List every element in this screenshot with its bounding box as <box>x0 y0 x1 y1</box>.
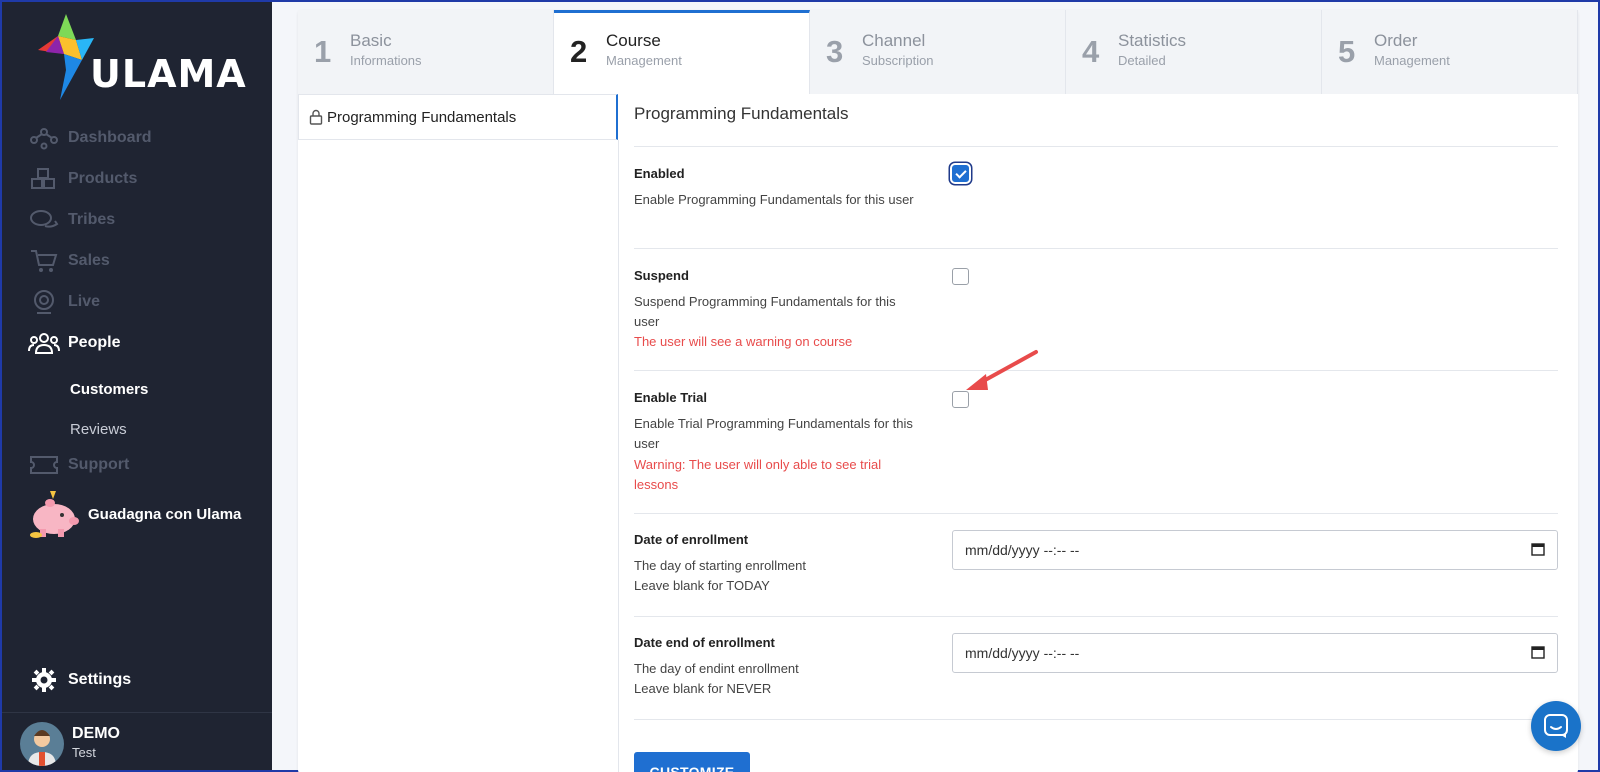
step-subtitle: Informations <box>350 53 422 68</box>
sidebar-item-label: Settings <box>68 671 132 688</box>
divider <box>634 513 1558 514</box>
course-tab-programming-fundamentals[interactable]: Programming Fundamentals <box>298 94 618 140</box>
step-title: Channel <box>862 31 926 50</box>
cubes-icon <box>28 165 60 193</box>
step-title: Order <box>1374 31 1418 50</box>
chat-launcher-button[interactable] <box>1531 701 1581 751</box>
customize-button[interactable]: CUSTOMIZE <box>634 752 750 772</box>
date-end-hint: Leave blank for NEVER <box>634 681 772 696</box>
sidebar-item-sales[interactable]: Sales <box>28 245 110 277</box>
sidebar-item-tribes[interactable]: Tribes <box>28 204 115 236</box>
annotation-arrow-icon <box>966 350 1038 390</box>
sidebar-item-label: Support <box>68 456 130 473</box>
ticket-icon <box>28 451 60 479</box>
date-start-placeholder: mm/dd/yyyy --:-- -- <box>965 542 1080 558</box>
trial-warning: Warning: The user will only able to see … <box>634 457 882 492</box>
enabled-desc: Enable Programming Fundamentals for this… <box>634 192 914 207</box>
date-start-desc: The day of starting enrollment <box>634 558 806 573</box>
sidebar-item-products[interactable]: Products <box>28 163 137 195</box>
webcam-icon <box>28 288 60 316</box>
date-end-input[interactable]: mm/dd/yyyy --:-- -- <box>952 633 1558 673</box>
sidebar-subitem-reviews[interactable]: Reviews <box>70 421 127 438</box>
sidebar-item-support[interactable]: Support <box>28 449 129 481</box>
divider <box>618 140 619 772</box>
enabled-label: Enabled <box>634 166 685 181</box>
sidebar-subitem-customers[interactable]: Customers <box>70 381 148 398</box>
form-title: Programming Fundamentals <box>634 104 849 123</box>
cart-icon <box>28 247 60 275</box>
divider <box>634 146 1558 147</box>
divider <box>634 248 1558 249</box>
date-start-label: Date of enrollment <box>634 532 749 547</box>
date-start-input[interactable]: mm/dd/yyyy --:-- -- <box>952 530 1558 570</box>
divider <box>2 712 272 713</box>
step-basic[interactable]: 1 Basic Informations <box>298 10 554 94</box>
step-number: 5 <box>1338 34 1356 69</box>
step-subtitle: Detailed <box>1118 53 1166 68</box>
sidebar-item-label: People <box>68 334 121 351</box>
calendar-icon[interactable] <box>1531 645 1545 662</box>
trial-desc: Enable Trial Programming Fundamentals fo… <box>634 416 913 451</box>
sidebar-item-people[interactable]: People <box>28 327 120 359</box>
ulama-logo[interactable]: ULAMA <box>36 14 246 102</box>
course-tab-label: Programming Fundamentals <box>327 108 517 126</box>
divider <box>634 370 1558 371</box>
date-end-placeholder: mm/dd/yyyy --:-- -- <box>965 645 1080 661</box>
step-title: Statistics <box>1118 31 1187 50</box>
step-subtitle: Subscription <box>862 53 934 68</box>
chat-bubbles-icon <box>28 206 60 234</box>
suspend-desc: Suspend Programming Fundamentals for thi… <box>634 294 896 329</box>
step-statistics[interactable]: 4 Statistics Detailed <box>1066 10 1322 94</box>
wizard-steps: 1 Basic Informations 2 Course Management… <box>298 10 1578 94</box>
lock-icon <box>309 109 323 125</box>
step-channel[interactable]: 3 Channel Subscription <box>810 10 1066 94</box>
step-course[interactable]: 2 Course Management <box>554 10 810 94</box>
sidebar-item-dashboard[interactable]: Dashboard <box>28 122 152 154</box>
date-end-label: Date end of enrollment <box>634 635 775 650</box>
sidebar-item-label: Dashboard <box>68 129 152 146</box>
step-title: Course <box>606 31 661 50</box>
people-icon <box>28 329 60 357</box>
sidebar-item-label: Live <box>68 293 101 310</box>
step-subtitle: Management <box>1374 53 1450 68</box>
sidebar: ULAMA Dashboard Products Tribes Sales Li… <box>2 2 272 770</box>
avatar[interactable] <box>20 722 64 766</box>
step-number: 1 <box>314 34 332 69</box>
enabled-checkbox[interactable] <box>952 165 969 182</box>
chat-icon <box>1544 714 1568 738</box>
sidebar-item-label: Tribes <box>68 211 116 228</box>
user-name: DEMO <box>72 725 120 742</box>
suspend-label: Suspend <box>634 268 689 283</box>
sidebar-item-label: Guadagna con Ulama <box>88 505 242 523</box>
suspend-warning: The user will see a warning on course <box>634 334 853 349</box>
sidebar-item-guadagna[interactable]: Guadagna con Ulama <box>28 489 242 539</box>
divider <box>634 616 1558 617</box>
origami-bird-icon <box>38 14 94 100</box>
calendar-icon[interactable] <box>1531 542 1545 559</box>
trial-label: Enable Trial <box>634 390 707 405</box>
sidebar-item-live[interactable]: Live <box>28 286 100 318</box>
step-number: 3 <box>826 34 844 69</box>
main-panel: 1 Basic Informations 2 Course Management… <box>298 10 1578 772</box>
user-role: Test <box>72 745 96 760</box>
sidebar-item-label: Sales <box>68 252 110 269</box>
gear-icon <box>28 666 60 694</box>
date-end-desc: The day of endint enrollment <box>634 661 799 676</box>
step-order[interactable]: 5 Order Management <box>1322 10 1578 94</box>
piggy-bank-icon <box>28 489 80 539</box>
sidebar-item-settings[interactable]: Settings <box>28 664 131 696</box>
step-title: Basic <box>350 31 392 50</box>
suspend-checkbox[interactable] <box>952 268 969 285</box>
step-number: 2 <box>570 34 588 69</box>
dashboard-icon <box>28 124 60 152</box>
date-start-hint: Leave blank for TODAY <box>634 578 770 593</box>
brand-name: ULAMA <box>90 52 247 96</box>
step-subtitle: Management <box>606 53 682 68</box>
step-number: 4 <box>1082 34 1100 69</box>
sidebar-item-label: Products <box>68 170 138 187</box>
divider <box>634 719 1558 720</box>
